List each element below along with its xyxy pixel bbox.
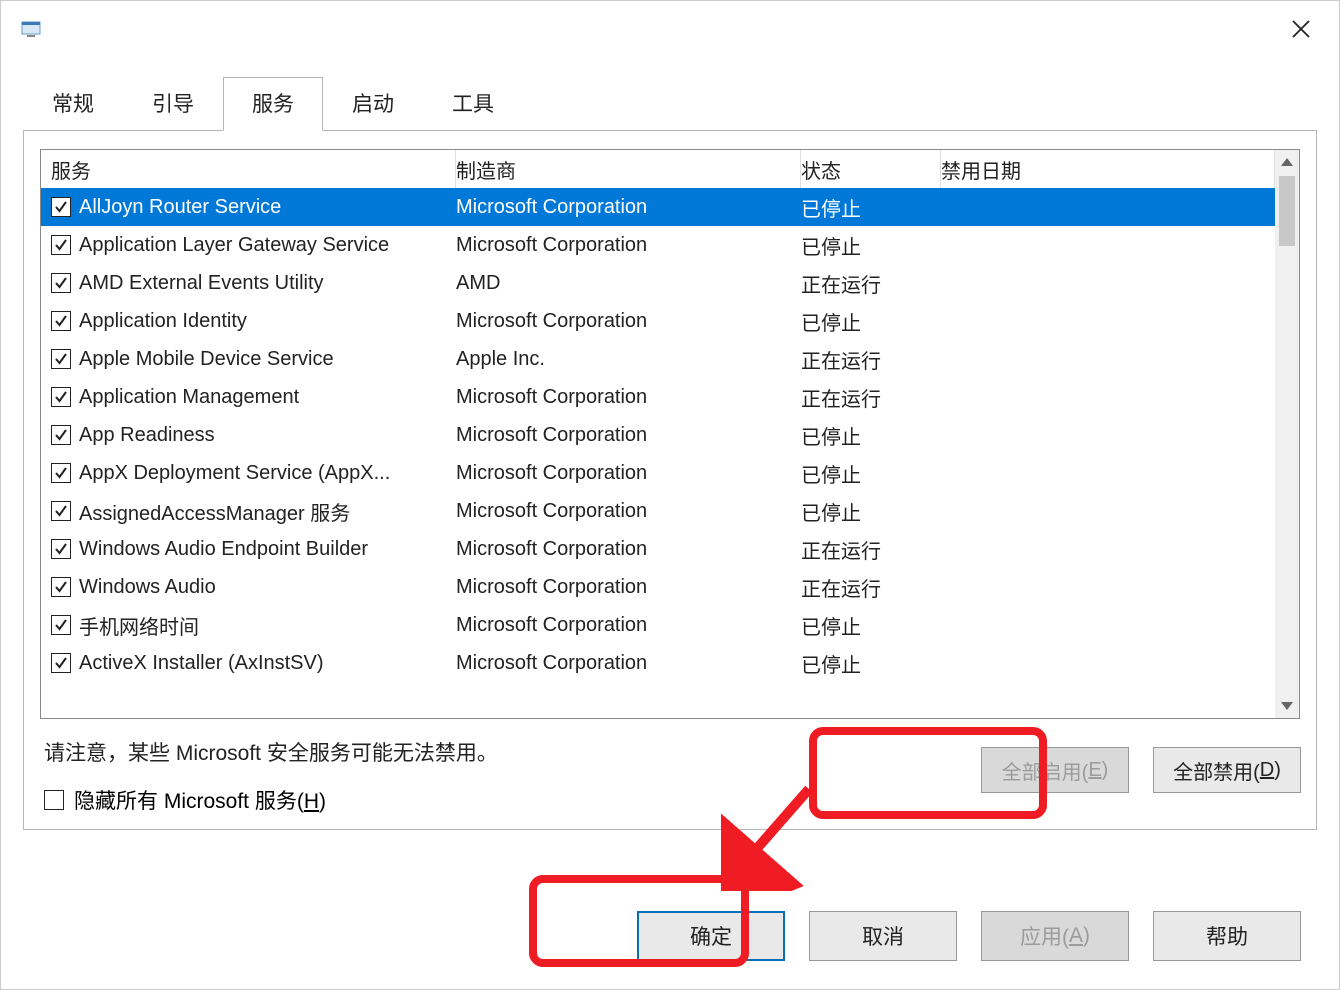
service-row[interactable]: Windows Audio Microsoft Corporation正在运行: [41, 568, 1275, 606]
service-status: 正在运行: [801, 269, 941, 298]
column-header-manufacturer[interactable]: 制造商: [456, 150, 801, 188]
service-status: 已停止: [801, 231, 941, 260]
service-name: AssignedAccessManager 服务: [79, 497, 350, 526]
service-name: AppX Deployment Service (AppX...: [79, 462, 390, 485]
cancel-button[interactable]: 取消: [809, 911, 957, 961]
list-rows: AllJoyn Router Service Microsoft Corporat…: [41, 188, 1275, 682]
app-icon: [19, 17, 43, 41]
service-name: Apple Mobile Device Service: [79, 348, 334, 371]
service-checkbox[interactable]: [51, 311, 71, 331]
service-manufacturer: Microsoft Corporation: [456, 462, 801, 485]
service-row[interactable]: Application Layer Gateway Service Microso…: [41, 226, 1275, 264]
service-name: App Readiness: [79, 424, 215, 447]
tab-strip: 常规引导服务启动工具: [23, 76, 1317, 131]
scroll-thumb[interactable]: [1279, 176, 1295, 246]
service-checkbox[interactable]: [51, 349, 71, 369]
service-name: Application Layer Gateway Service: [79, 234, 389, 257]
service-checkbox[interactable]: [51, 539, 71, 559]
scroll-down-arrow[interactable]: [1275, 694, 1299, 718]
service-manufacturer: Microsoft Corporation: [456, 424, 801, 447]
service-name: ActiveX Installer (AxInstSV): [79, 652, 324, 675]
service-checkbox[interactable]: [51, 653, 71, 673]
service-row[interactable]: App Readiness Microsoft Corporation已停止: [41, 416, 1275, 454]
vertical-scrollbar[interactable]: [1275, 150, 1299, 718]
service-row[interactable]: Apple Mobile Device Service Apple Inc.正在运…: [41, 340, 1275, 378]
service-name: 手机网络时间: [79, 611, 199, 640]
service-row[interactable]: ActiveX Installer (AxInstSV) Microsoft Co…: [41, 644, 1275, 682]
help-button[interactable]: 帮助: [1153, 911, 1301, 961]
service-checkbox[interactable]: [51, 463, 71, 483]
service-status: 已停止: [801, 497, 941, 526]
service-manufacturer: Microsoft Corporation: [456, 538, 801, 561]
service-name: AMD External Events Utility: [79, 272, 324, 295]
service-checkbox[interactable]: [51, 235, 71, 255]
service-status: 已停止: [801, 307, 941, 336]
ok-button[interactable]: 确定: [637, 911, 785, 961]
tab-工具[interactable]: 工具: [423, 77, 523, 131]
titlebar: [1, 1, 1339, 56]
service-status: 正在运行: [801, 573, 941, 602]
service-checkbox[interactable]: [51, 197, 71, 217]
service-manufacturer: Microsoft Corporation: [456, 652, 801, 675]
close-button[interactable]: [1281, 9, 1321, 49]
service-status: 正在运行: [801, 535, 941, 564]
enable-all-button[interactable]: 全部启用(E): [981, 747, 1129, 793]
service-checkbox[interactable]: [51, 501, 71, 521]
service-row[interactable]: Application Identity Microsoft Corporatio…: [41, 302, 1275, 340]
service-name: Windows Audio: [79, 576, 216, 599]
tab-启动[interactable]: 启动: [323, 77, 423, 131]
service-status: 已停止: [801, 193, 941, 222]
tab-服务[interactable]: 服务: [223, 77, 323, 131]
service-status: 已停止: [801, 649, 941, 678]
service-manufacturer: Microsoft Corporation: [456, 310, 801, 333]
services-panel: 服务 制造商 状态 禁用日期 AllJoyn Router Service Mic…: [23, 131, 1317, 830]
tab-常规[interactable]: 常规: [23, 77, 123, 131]
service-row[interactable]: AppX Deployment Service (AppX... Microsof…: [41, 454, 1275, 492]
service-status: 正在运行: [801, 383, 941, 412]
service-row[interactable]: Windows Audio Endpoint Builder Microsoft …: [41, 530, 1275, 568]
service-manufacturer: Microsoft Corporation: [456, 234, 801, 257]
service-row[interactable]: 手机网络时间 Microsoft Corporation已停止: [41, 606, 1275, 644]
list-header: 服务 制造商 状态 禁用日期: [41, 150, 1275, 188]
hide-microsoft-checkbox[interactable]: [44, 790, 64, 810]
service-name: Windows Audio Endpoint Builder: [79, 538, 368, 561]
hide-microsoft-label: 隐藏所有 Microsoft 服务(H): [74, 785, 326, 815]
msconfig-window: 常规引导服务启动工具 服务 制造商 状态 禁用日期 AllJoyn Router…: [0, 0, 1340, 990]
service-checkbox[interactable]: [51, 387, 71, 407]
service-checkbox[interactable]: [51, 577, 71, 597]
service-row[interactable]: AssignedAccessManager 服务 Microsoft Corpor…: [41, 492, 1275, 530]
services-list: 服务 制造商 状态 禁用日期 AllJoyn Router Service Mic…: [40, 149, 1300, 719]
service-row[interactable]: AllJoyn Router Service Microsoft Corporat…: [41, 188, 1275, 226]
service-row[interactable]: Application Management Microsoft Corporat…: [41, 378, 1275, 416]
service-checkbox[interactable]: [51, 425, 71, 445]
service-status: 正在运行: [801, 345, 941, 374]
service-name: Application Management: [79, 386, 299, 409]
service-manufacturer: Microsoft Corporation: [456, 576, 801, 599]
column-header-status[interactable]: 状态: [801, 150, 941, 188]
tab-引导[interactable]: 引导: [123, 77, 223, 131]
scroll-up-arrow[interactable]: [1275, 150, 1299, 174]
service-status: 已停止: [801, 611, 941, 640]
service-manufacturer: Microsoft Corporation: [456, 386, 801, 409]
column-header-disabled-date[interactable]: 禁用日期: [941, 150, 1275, 188]
column-header-service[interactable]: 服务: [41, 150, 456, 188]
service-manufacturer: Microsoft Corporation: [456, 614, 801, 637]
service-manufacturer: Microsoft Corporation: [456, 196, 801, 219]
content-area: 常规引导服务启动工具 服务 制造商 状态 禁用日期 AllJoyn Router…: [1, 76, 1339, 852]
service-status: 已停止: [801, 421, 941, 450]
disable-all-button[interactable]: 全部禁用(D): [1153, 747, 1301, 793]
service-row[interactable]: AMD External Events Utility AMD正在运行: [41, 264, 1275, 302]
service-checkbox[interactable]: [51, 615, 71, 635]
dialog-buttons: 确定 取消 应用(A) 帮助: [637, 911, 1301, 961]
service-name: AllJoyn Router Service: [79, 196, 281, 219]
service-manufacturer: Microsoft Corporation: [456, 500, 801, 523]
bulk-buttons: 全部启用(E) 全部禁用(D): [981, 747, 1301, 793]
service-name: Application Identity: [79, 310, 247, 333]
service-status: 已停止: [801, 459, 941, 488]
service-manufacturer: AMD: [456, 272, 801, 295]
service-manufacturer: Apple Inc.: [456, 348, 801, 371]
service-checkbox[interactable]: [51, 273, 71, 293]
apply-button[interactable]: 应用(A): [981, 911, 1129, 961]
